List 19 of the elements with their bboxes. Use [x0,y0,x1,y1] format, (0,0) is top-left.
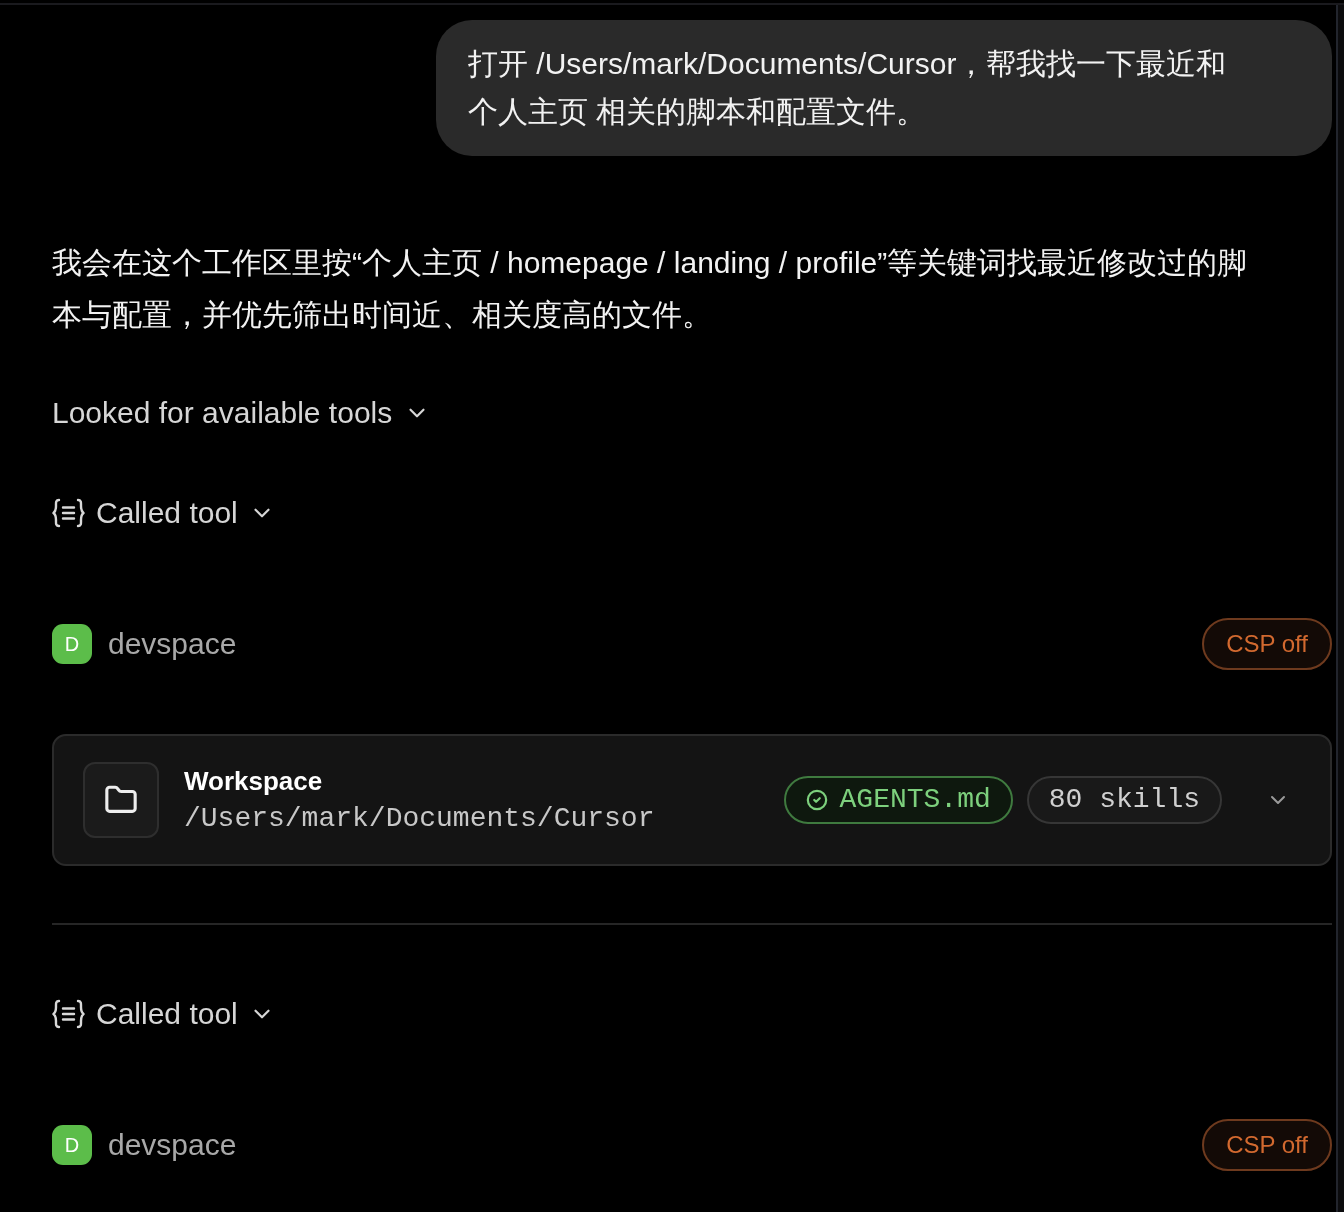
workspace-path: /Users/mark/Documents/Cursor [184,803,655,835]
tool-call-toggle[interactable]: Called tool [52,999,275,1029]
tool-call-toggle[interactable]: Called tool [52,498,275,528]
braces-list-icon [52,498,85,528]
server-avatar: D [52,1125,92,1165]
server-avatar: D [52,624,92,664]
csp-status-tag: CSP off [1202,1119,1332,1171]
check-circle-icon [805,789,828,811]
user-message: 打开 /Users/mark/Documents/Cursor，帮我找一下最近和个人主页 相关的脚本和配置文件。 [436,20,1332,156]
assistant-message: 我会在这个工作区里按“个人主页 / homepage / landing / profile”等关键词找最近修改过的脚本与配置，并优先筛出时间近、相关度高的文件。 [52,245,1249,333]
braces-list-icon [52,999,85,1029]
csp-status-tag: CSP off [1202,618,1332,670]
server-name: devspace [108,1130,237,1160]
server-name: devspace [108,629,237,659]
workspace-title: Workspace [184,765,323,797]
tag-label: AGENTS.md [839,786,991,814]
step-toggle[interactable]: Looked for available tools [52,398,431,428]
count-tag: 80 skills [1026,776,1222,824]
folder-icon [83,762,159,838]
